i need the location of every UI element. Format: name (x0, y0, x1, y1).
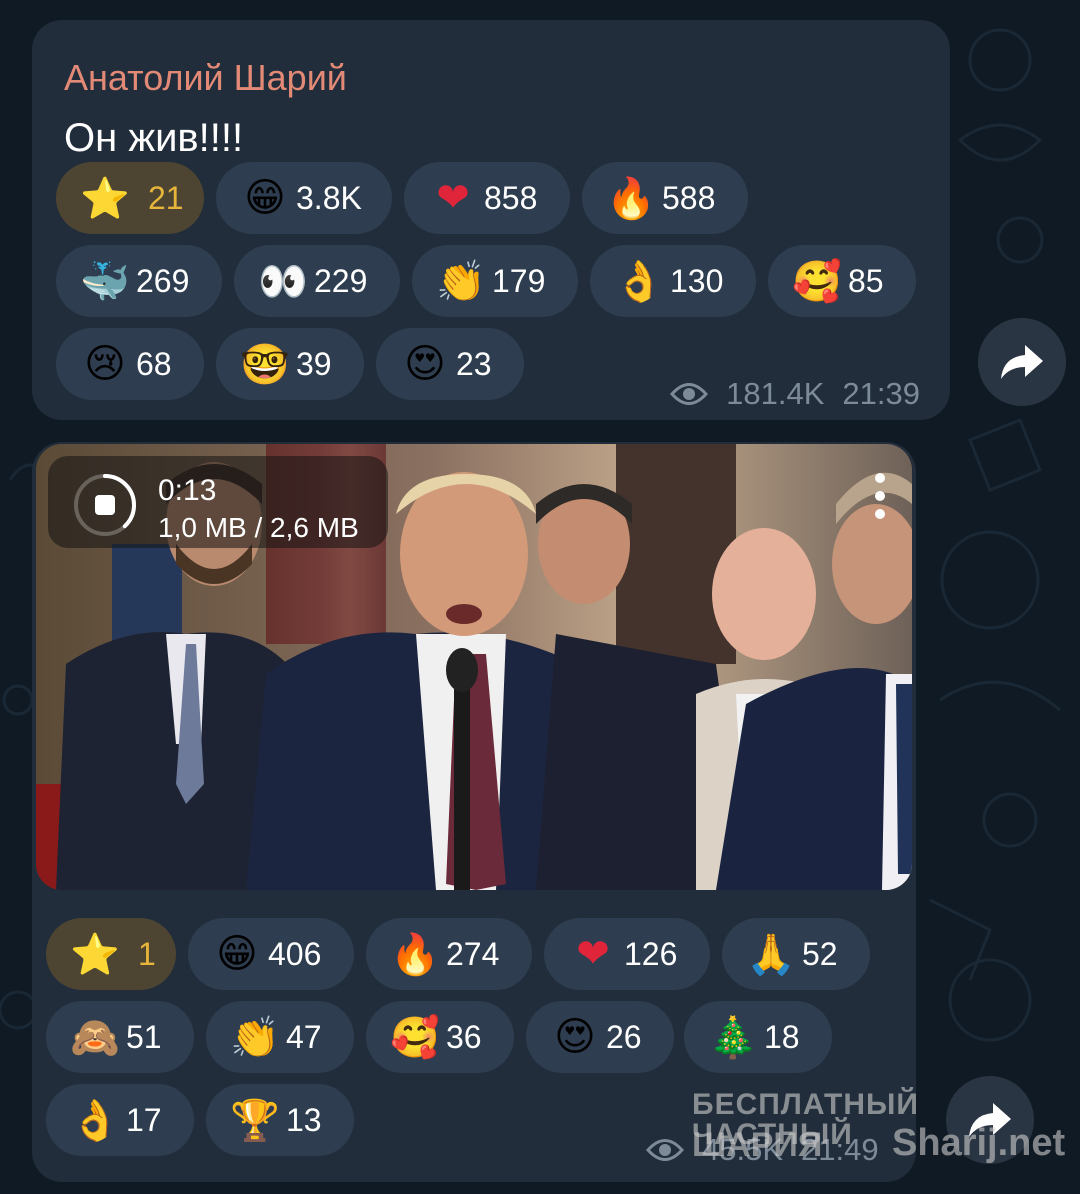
reaction-count: 17 (126, 1102, 162, 1138)
reaction-count: 85 (848, 263, 884, 299)
christmas-tree-icon: 🎄 (708, 1014, 758, 1061)
forward-button[interactable] (978, 318, 1066, 406)
grinning-face-icon: 😁 (244, 175, 286, 221)
reaction-heart[interactable]: ❤ 858 (404, 162, 570, 234)
reaction-grinning[interactable]: 😁 406 (188, 918, 354, 990)
reaction-star[interactable]: ⭐ 21 (56, 162, 204, 234)
fire-icon: 🔥 (606, 175, 656, 222)
heart-icon: ❤ (576, 931, 610, 977)
reaction-count: 406 (268, 936, 322, 972)
reaction-count: 130 (670, 263, 724, 299)
more-options-icon[interactable] (868, 470, 892, 522)
message-text: Он жив!!!! (64, 116, 244, 160)
reaction-ok-hand[interactable]: 👌 130 (590, 245, 756, 317)
reaction-count: 23 (456, 346, 492, 382)
reaction-count: 13 (286, 1102, 322, 1138)
ok-hand-icon: 👌 (70, 1097, 120, 1144)
ok-hand-icon: 👌 (614, 258, 664, 305)
download-size: 1,0 MB / 2,6 MB (158, 512, 359, 543)
reaction-count: 39 (296, 346, 332, 382)
share-arrow-icon (1001, 345, 1043, 379)
view-count: 181.4K (726, 376, 825, 411)
reaction-count: 47 (286, 1019, 322, 1055)
folded-hands-icon: 🙏 (746, 931, 796, 978)
video-duration: 0:13 (158, 474, 217, 507)
reaction-heart-eyes[interactable]: 😍 26 (526, 1001, 674, 1073)
star-icon: ⭐ (70, 931, 120, 978)
watermark-line2: ШАРИЯ (692, 1126, 823, 1164)
reaction-count: 26 (606, 1019, 642, 1055)
message-bubble-text[interactable]: Анатолий Шарий Он жив!!!! ⭐ 21 😁 3.8K ❤ … (32, 20, 950, 420)
heart-icon: ❤ (436, 175, 470, 221)
whale-icon: 🐳 (80, 258, 130, 305)
reaction-trophy[interactable]: 🏆 13 (206, 1084, 354, 1156)
eyes-icon: 👀 (258, 258, 308, 305)
star-icon: ⭐ (80, 175, 130, 222)
grinning-face-icon: 😁 (216, 931, 258, 977)
reaction-count: 52 (802, 936, 838, 972)
reaction-folded-hands[interactable]: 🙏 52 (722, 918, 870, 990)
reaction-crying[interactable]: 😢 68 (56, 328, 204, 400)
download-progress-ring[interactable] (72, 472, 138, 538)
reaction-star[interactable]: ⭐ 1 (46, 918, 176, 990)
reaction-count: 588 (662, 180, 716, 216)
reaction-clapping[interactable]: 👏 47 (206, 1001, 354, 1073)
reaction-smiling-hearts[interactable]: 🥰 36 (366, 1001, 514, 1073)
reaction-eyes[interactable]: 👀 229 (234, 245, 400, 317)
sender-name[interactable]: Анатолий Шарий (64, 60, 347, 96)
eye-icon (670, 383, 709, 405)
fire-icon: 🔥 (390, 931, 440, 978)
reaction-count: 269 (136, 263, 190, 299)
see-no-evil-monkey-icon: 🙈 (70, 1014, 120, 1061)
reaction-fire[interactable]: 🔥 588 (582, 162, 748, 234)
reaction-whale[interactable]: 🐳 269 (56, 245, 222, 317)
message-time: 21:39 (842, 376, 920, 411)
smiling-face-hearts-icon: 🥰 (390, 1014, 440, 1061)
heart-eyes-icon: 😍 (404, 341, 446, 387)
watermark-domain: Sharij.net (892, 1122, 1066, 1164)
eye-icon (646, 1139, 684, 1161)
message-meta: 181.4K 21:39 (670, 376, 920, 412)
reaction-count: 18 (764, 1019, 800, 1055)
clapping-hands-icon: 👏 (436, 258, 486, 305)
reaction-clapping[interactable]: 👏 179 (412, 245, 578, 317)
download-progress-badge[interactable]: 0:13 1,0 MB / 2,6 MB (48, 456, 388, 548)
reaction-count: 274 (446, 936, 500, 972)
crying-face-icon: 😢 (84, 341, 126, 387)
video-thumbnail[interactable]: 0:13 1,0 MB / 2,6 MB (36, 444, 912, 890)
reaction-grinning[interactable]: 😁 3.8K (216, 162, 392, 234)
clapping-hands-icon: 👏 (230, 1014, 280, 1061)
reaction-count: 179 (492, 263, 546, 299)
reaction-count: 3.8K (296, 180, 362, 216)
trophy-icon: 🏆 (230, 1097, 280, 1144)
heart-eyes-icon: 😍 (554, 1014, 596, 1060)
stop-icon (95, 495, 115, 515)
reaction-heart[interactable]: ❤ 126 (544, 918, 710, 990)
reaction-monkey[interactable]: 🙈 51 (46, 1001, 194, 1073)
reaction-count: 858 (484, 180, 538, 216)
nerd-face-icon: 🤓 (240, 341, 290, 388)
reaction-count: 126 (624, 936, 678, 972)
reaction-count: 1 (138, 936, 156, 972)
reaction-christmas-tree[interactable]: 🎄 18 (684, 1001, 832, 1073)
reaction-ok-hand[interactable]: 👌 17 (46, 1084, 194, 1156)
reaction-fire[interactable]: 🔥 274 (366, 918, 532, 990)
reaction-count: 36 (446, 1019, 482, 1055)
reaction-smiling-hearts[interactable]: 🥰 85 (768, 245, 916, 317)
smiling-face-hearts-icon: 🥰 (792, 258, 842, 305)
reaction-heart-eyes[interactable]: 😍 23 (376, 328, 524, 400)
reaction-nerd[interactable]: 🤓 39 (216, 328, 364, 400)
reaction-count: 21 (148, 180, 184, 216)
reaction-count: 68 (136, 346, 172, 382)
reaction-count: 51 (126, 1019, 162, 1055)
reaction-count: 229 (314, 263, 368, 299)
